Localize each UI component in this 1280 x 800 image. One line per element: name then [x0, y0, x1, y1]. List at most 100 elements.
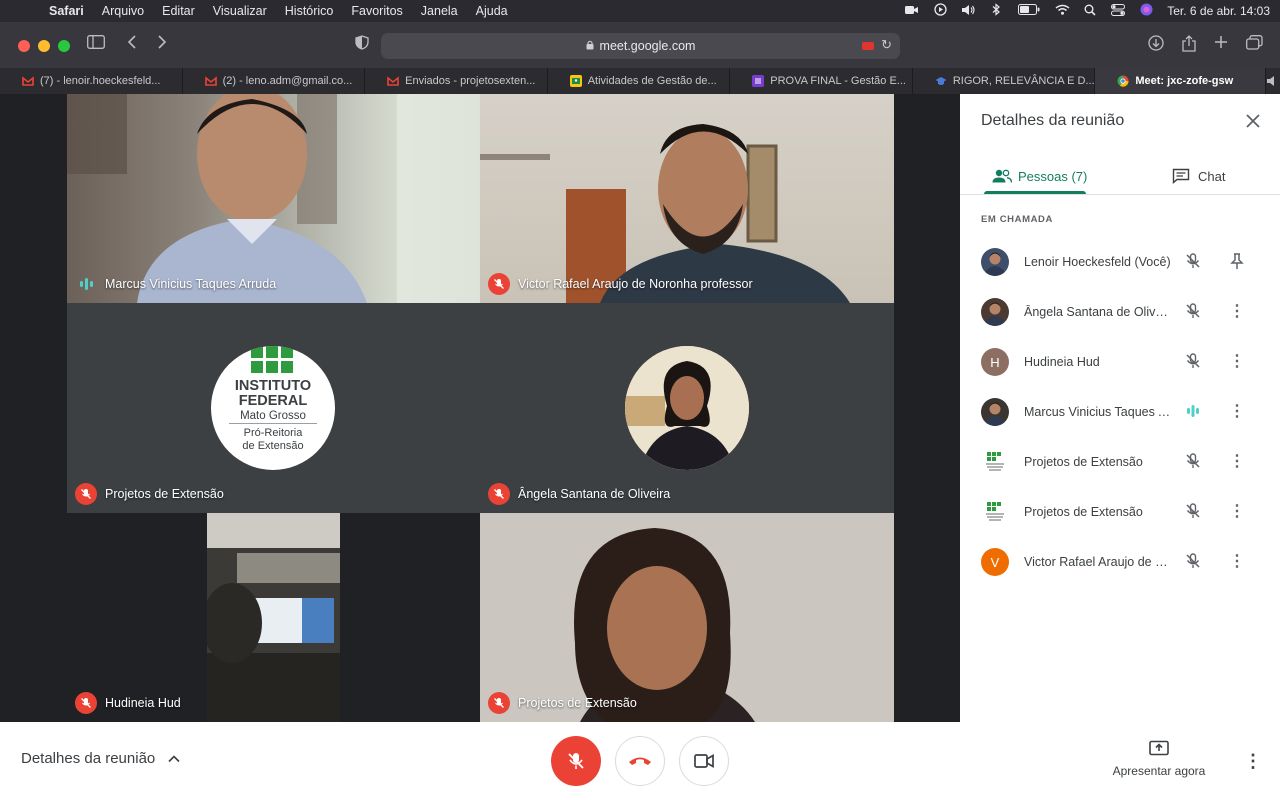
mic-off-icon[interactable] [1184, 552, 1204, 572]
back-icon[interactable] [122, 35, 142, 55]
participant-video-victor [480, 124, 850, 303]
wifi-icon[interactable] [1055, 4, 1070, 18]
tab-gmail-leno[interactable]: (2) - leno.adm@gmail.co... [183, 68, 366, 94]
video-tile-projetos-video[interactable]: Projetos de Extensão [480, 513, 894, 722]
tab-meet-active[interactable]: Meet: jxc-zofe-gsw [1095, 68, 1266, 94]
mic-off-icon[interactable] [1184, 452, 1204, 472]
new-tab-icon[interactable] [1211, 35, 1231, 55]
mic-off-icon[interactable] [1184, 252, 1204, 272]
menu-favoritos[interactable]: Favoritos [342, 4, 411, 18]
close-icon[interactable] [1242, 111, 1264, 133]
mic-off-icon [488, 483, 510, 505]
reload-icon[interactable]: ↻ [881, 37, 892, 53]
more-options-icon[interactable]: ⋮ [1227, 302, 1247, 322]
graduation-cap-icon [935, 75, 947, 87]
participant-name: Projetos de Extensão [518, 696, 637, 710]
video-tile-hudineia[interactable]: Hudineia Hud [67, 513, 480, 722]
video-tile-victor[interactable]: Victor Rafael Araujo de Noronha professo… [480, 94, 894, 303]
minimize-window-button[interactable] [38, 40, 50, 52]
control-center-icon[interactable] [1111, 3, 1126, 19]
participant-avatar: V [981, 548, 1009, 576]
privacy-shield-icon[interactable] [352, 35, 372, 55]
camera-status-icon[interactable] [905, 4, 919, 18]
mic-off-icon[interactable] [1184, 502, 1204, 522]
video-tile-marcus[interactable]: Marcus Vinicius Taques Arruda [67, 94, 480, 303]
share-icon[interactable] [1179, 35, 1199, 55]
tab-audio-icon[interactable] [1266, 68, 1280, 94]
participant-name: Ângela Santana de Oliveira [518, 487, 671, 501]
participant-row[interactable]: Projetos de Extensão ⋮ [981, 442, 1271, 482]
more-options-icon[interactable]: ⋮ [1227, 452, 1247, 472]
downloads-icon[interactable] [1146, 35, 1166, 55]
mic-off-icon [488, 273, 510, 295]
participant-avatar [981, 498, 1009, 526]
toggle-mic-button[interactable] [551, 736, 601, 786]
sidebar-toggle-icon[interactable] [86, 35, 106, 55]
participant-row[interactable]: Lenoir Hoeckesfeld (Você) [981, 242, 1271, 282]
leave-call-button[interactable] [615, 736, 665, 786]
participant-row[interactable]: Marcus Vinicius Taques A... ⋮ [981, 392, 1271, 432]
video-tile-projetos-logo[interactable]: INSTITUTO FEDERAL Mato Grosso Pró-Reitor… [67, 303, 480, 513]
present-now-button[interactable]: Apresentar agora [1104, 740, 1214, 778]
menu-arquivo[interactable]: Arquivo [93, 4, 153, 18]
more-options-icon[interactable]: ⋮ [1227, 552, 1247, 572]
tab-chat[interactable]: Chat [1172, 156, 1225, 196]
mic-off-icon [75, 483, 97, 505]
tab-gmail-lenoir[interactable]: (7) - lenoir.hoeckesfeld... [0, 68, 183, 94]
participant-name: Victor Rafael Araujo de Noronha professo… [518, 277, 753, 291]
classroom-icon [569, 75, 582, 87]
menu-safari[interactable]: Safari [40, 4, 93, 18]
participant-row[interactable]: Ângela Santana de Olivei... ⋮ [981, 292, 1271, 332]
tab-people[interactable]: Pessoas (7) [992, 156, 1087, 196]
participant-row[interactable]: Projetos de Extensão ⋮ [981, 492, 1271, 532]
tab-forms-prova-final[interactable]: PROVA FINAL - Gestão E... [730, 68, 913, 94]
participant-row[interactable]: H Hudineia Hud ⋮ [981, 342, 1271, 382]
section-heading: EM CHAMADA [981, 214, 1053, 225]
tab-label: (2) - leno.adm@gmail.co... [222, 75, 353, 87]
more-options-icon[interactable]: ⋮ [1242, 750, 1264, 772]
menu-historico[interactable]: Histórico [276, 4, 343, 18]
participant-row[interactable]: V Victor Rafael Araujo de N... ⋮ [981, 542, 1271, 582]
address-bar[interactable]: meet.google.com ↻ [381, 33, 900, 59]
institute-grid-logo-icon [251, 346, 293, 373]
zoom-window-button[interactable] [58, 40, 70, 52]
menu-editar[interactable]: Editar [153, 4, 204, 18]
battery-icon[interactable] [1017, 4, 1041, 18]
tab-label: RIGOR, RELEVÂNCIA E D... [952, 75, 1095, 87]
menu-visualizar[interactable]: Visualizar [204, 4, 276, 18]
tab-gmail-enviados[interactable]: Enviados - projetosexten... [365, 68, 548, 94]
tab-rigor-relevancia[interactable]: RIGOR, RELEVÂNCIA E D... [913, 68, 1096, 94]
logo-line-4: Pró-Reitoria [243, 427, 303, 439]
tab-overview-icon[interactable] [1244, 35, 1264, 55]
participant-row-name: Lenoir Hoeckesfeld (Você) [1024, 255, 1171, 269]
mic-off-icon[interactable] [1184, 302, 1204, 322]
bluetooth-icon[interactable] [989, 3, 1003, 19]
pin-icon[interactable] [1227, 252, 1247, 272]
close-window-button[interactable] [18, 40, 30, 52]
more-options-icon[interactable]: ⋮ [1227, 502, 1247, 522]
menu-janela[interactable]: Janela [412, 4, 467, 18]
forward-icon[interactable] [152, 35, 172, 55]
menu-ajuda[interactable]: Ajuda [467, 4, 517, 18]
participant-name: Hudineia Hud [105, 696, 181, 710]
meeting-details-button[interactable]: Detalhes da reunião [21, 750, 181, 767]
more-options-icon[interactable]: ⋮ [1227, 352, 1247, 372]
volume-icon[interactable] [961, 4, 975, 19]
participant-avatar [981, 398, 1009, 426]
more-options-icon[interactable]: ⋮ [1227, 402, 1247, 422]
menubar-datetime[interactable]: Ter. 6 de abr. 14:03 [1167, 4, 1270, 18]
video-tile-angela[interactable]: Ângela Santana de Oliveira [480, 303, 894, 513]
video-camera-icon [694, 754, 714, 768]
siri-icon[interactable] [1139, 3, 1153, 19]
mic-off-icon[interactable] [1184, 352, 1204, 372]
tab-classroom-atividades[interactable]: Atividades de Gestão de... [548, 68, 731, 94]
participant-row-name: Marcus Vinicius Taques A... [1024, 405, 1174, 419]
play-status-icon[interactable] [933, 3, 947, 19]
participant-name-label: Projetos de Extensão [488, 692, 637, 714]
toggle-camera-button[interactable] [679, 736, 729, 786]
speaking-indicator-icon[interactable] [1184, 402, 1204, 422]
meet-video-grid: Marcus Vinicius Taques Arruda Victor Raf… [0, 94, 960, 722]
lock-icon [586, 40, 594, 53]
recording-indicator-icon[interactable] [862, 42, 874, 50]
spotlight-search-icon[interactable] [1083, 4, 1097, 19]
